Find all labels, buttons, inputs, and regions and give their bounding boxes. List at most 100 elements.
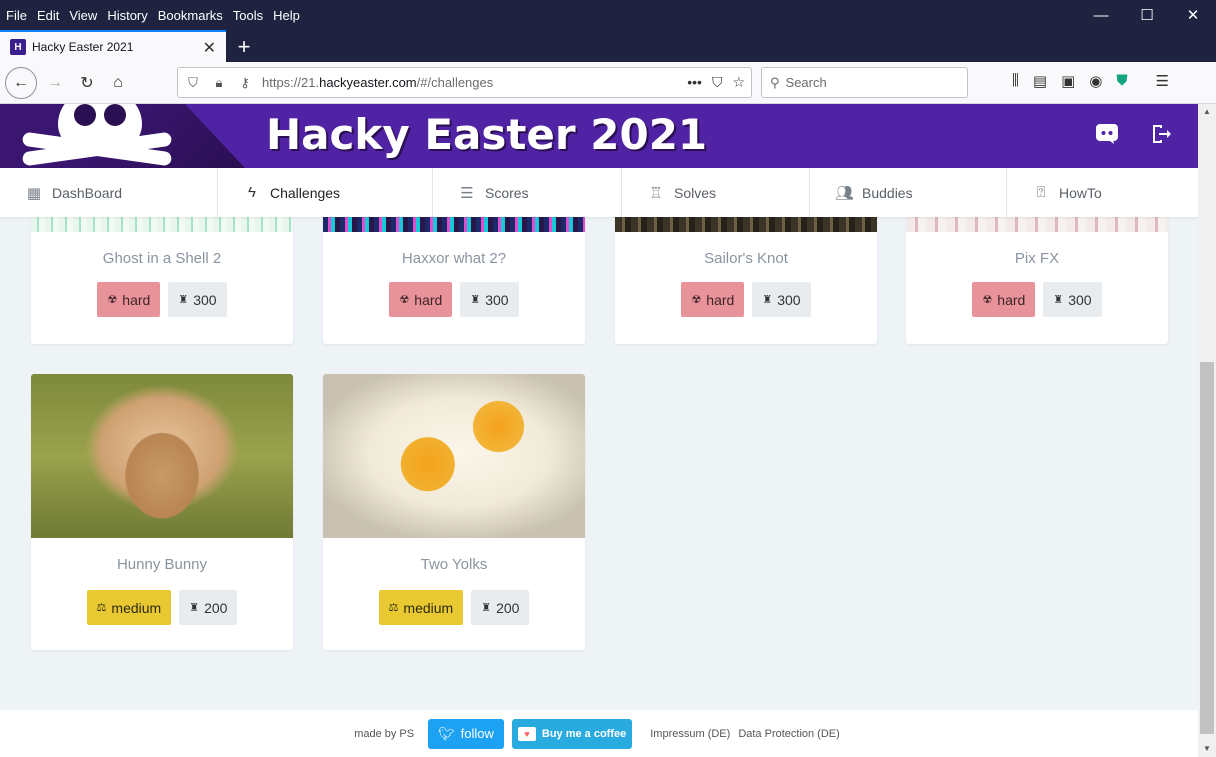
- challenge-card[interactable]: Ghost in a Shell 2 ☢ hard ♜ 300: [31, 201, 293, 344]
- reload-button[interactable]: ↻: [72, 68, 102, 98]
- difficulty-label: hard: [706, 291, 735, 308]
- scroll-down-arrow-icon[interactable]: ▼: [1198, 741, 1216, 757]
- dashboard-icon: ▦: [26, 184, 42, 202]
- browser-tab[interactable]: H Hacky Easter 2021 ✕: [0, 30, 226, 62]
- url-path: /#/challenges: [416, 75, 494, 90]
- url-text[interactable]: https://21.hackyeaster.com/#/challenges: [262, 75, 493, 90]
- twitter-follow-button[interactable]: 🐦︎ follow: [428, 718, 504, 749]
- nav-label: HowTo: [1059, 184, 1102, 201]
- home-button[interactable]: ⌂: [103, 68, 133, 98]
- difficulty-label: medium: [111, 599, 162, 616]
- site-footer: made by PS 🐦︎ follow ♥ Buy me a coffee I…: [0, 710, 1198, 757]
- points-value: 300: [193, 291, 217, 308]
- key-icon[interactable]: ⚷: [234, 75, 256, 91]
- menu-edit[interactable]: Edit: [37, 8, 59, 23]
- sidebar-icon[interactable]: ▤: [1033, 72, 1047, 90]
- tab-title: Hacky Easter 2021: [32, 40, 134, 54]
- made-by-text: made by PS: [354, 727, 415, 740]
- points-badge: ♜ 200: [471, 590, 530, 625]
- site-title: Hacky Easter 2021: [266, 110, 708, 159]
- data-protection-link[interactable]: Data Protection (DE): [738, 728, 839, 740]
- challenge-card[interactable]: Two Yolks ⚖ medium ♜ 200: [323, 374, 585, 650]
- close-window-button[interactable]: ✕: [1170, 0, 1216, 30]
- page-actions-icon[interactable]: •••: [687, 74, 702, 91]
- scrollbar-thumb[interactable]: [1200, 362, 1214, 734]
- pocket-icon[interactable]: ⛉: [712, 74, 723, 91]
- points-badge: ♜ 200: [179, 590, 238, 625]
- minimize-button[interactable]: —: [1078, 0, 1124, 30]
- menu-bookmarks[interactable]: Bookmarks: [158, 8, 223, 23]
- page-scrollbar[interactable]: ▲ ▼: [1198, 104, 1216, 757]
- logout-icon[interactable]: [1147, 122, 1175, 150]
- nav-label: Solves: [674, 184, 717, 201]
- page-content: Hacky Easter 2021 ▦ DashBoard ϟ Challeng…: [0, 104, 1198, 757]
- nav-challenges[interactable]: ϟ Challenges: [218, 168, 433, 217]
- menu-history[interactable]: History: [107, 8, 147, 23]
- buy-me-coffee-button[interactable]: ♥ Buy me a coffee: [511, 718, 633, 749]
- container-icon[interactable]: ▣: [1061, 72, 1075, 90]
- lock-icon[interactable]: 🔒︎: [208, 75, 230, 91]
- balance-scale-icon: ⚖: [388, 602, 399, 614]
- points-value: 300: [1068, 291, 1092, 308]
- trophy-icon: ♜: [1053, 294, 1064, 306]
- challenge-title: Hunny Bunny: [116, 556, 208, 573]
- trophy-icon: ♜: [762, 294, 773, 306]
- bookmark-star-icon[interactable]: ☆: [732, 74, 745, 91]
- trophy-icon: ♜: [178, 294, 189, 306]
- impressum-link[interactable]: Impressum (DE): [650, 728, 730, 740]
- trophy-icon: ♜: [470, 294, 481, 306]
- extension-shield-icon[interactable]: ⛊: [1116, 72, 1127, 90]
- nav-howto[interactable]: ⍰ HowTo: [1007, 168, 1198, 217]
- difficulty-badge: ☢ hard: [389, 282, 453, 317]
- balance-scale-icon: ⚖: [96, 602, 107, 614]
- points-badge: ♜ 300: [460, 282, 519, 317]
- help-icon: ⍰: [1036, 184, 1046, 201]
- radiation-icon: ☢: [107, 294, 118, 306]
- challenge-card[interactable]: Pix FX ☢ hard ♜ 300: [906, 201, 1168, 344]
- discord-icon[interactable]: [1093, 122, 1121, 150]
- challenge-badges: ☢ hard ♜ 300: [906, 282, 1168, 317]
- challenge-title: Two Yolks: [420, 556, 488, 573]
- challenge-card[interactable]: Sailor's Knot ☢ hard ♜ 300: [615, 201, 877, 344]
- challenge-title: Sailor's Knot: [704, 250, 788, 267]
- nav-solves[interactable]: ♖ Solves: [622, 168, 810, 217]
- url-bar[interactable]: ⛉ 🔒︎ ⚷ https://21.hackyeaster.com/#/chal…: [177, 67, 752, 98]
- new-tab-button[interactable]: +: [232, 34, 256, 60]
- scroll-up-arrow-icon[interactable]: ▲: [1198, 104, 1216, 120]
- nav-dashboard[interactable]: ▦ DashBoard: [0, 168, 218, 217]
- account-icon[interactable]: ◉: [1089, 72, 1102, 90]
- maximize-button[interactable]: ☐: [1124, 0, 1170, 30]
- menu-tools[interactable]: Tools: [233, 8, 263, 23]
- menu-view[interactable]: View: [69, 8, 97, 23]
- challenge-card[interactable]: Hunny Bunny ⚖ medium ♜ 200: [31, 374, 293, 650]
- nav-label: DashBoard: [52, 184, 123, 201]
- radiation-icon: ☢: [691, 294, 702, 306]
- challenge-title: Ghost in a Shell 2: [102, 250, 222, 267]
- site-header: Hacky Easter 2021: [0, 104, 1198, 168]
- difficulty-label: hard: [122, 291, 151, 308]
- menu-file[interactable]: File: [6, 8, 27, 23]
- eggs-image: [323, 374, 585, 538]
- points-value: 200: [204, 599, 228, 616]
- nav-scores[interactable]: ☰ Scores: [433, 168, 622, 217]
- library-icon[interactable]: ⫼: [1012, 72, 1019, 90]
- app-menu-icon[interactable]: ☰: [1156, 72, 1169, 90]
- shield-icon[interactable]: ⛉: [182, 75, 204, 91]
- tab-strip: H Hacky Easter 2021 ✕ +: [0, 30, 1216, 62]
- menu-help[interactable]: Help: [273, 8, 300, 23]
- difficulty-badge: ☢ hard: [972, 282, 1036, 317]
- challenge-card[interactable]: Haxxor what 2? ☢ hard ♜ 300: [323, 201, 585, 344]
- challenge-title: Pix FX: [1014, 250, 1060, 267]
- difficulty-badge: ⚖ medium: [378, 590, 464, 625]
- points-badge: ♜ 300: [752, 282, 811, 317]
- bunny-image: [31, 374, 293, 538]
- trophy-icon: ♜: [189, 602, 200, 614]
- search-input[interactable]: ⚲ Search: [761, 67, 968, 98]
- difficulty-label: hard: [414, 291, 443, 308]
- nav-buddies[interactable]: 👥︎ Buddies: [810, 168, 1007, 217]
- forward-button[interactable]: →: [40, 68, 70, 98]
- points-badge: ♜ 300: [168, 282, 227, 317]
- back-button[interactable]: ←: [5, 67, 37, 99]
- close-tab-icon[interactable]: ✕: [203, 38, 216, 58]
- bolt-icon: ϟ: [248, 184, 256, 201]
